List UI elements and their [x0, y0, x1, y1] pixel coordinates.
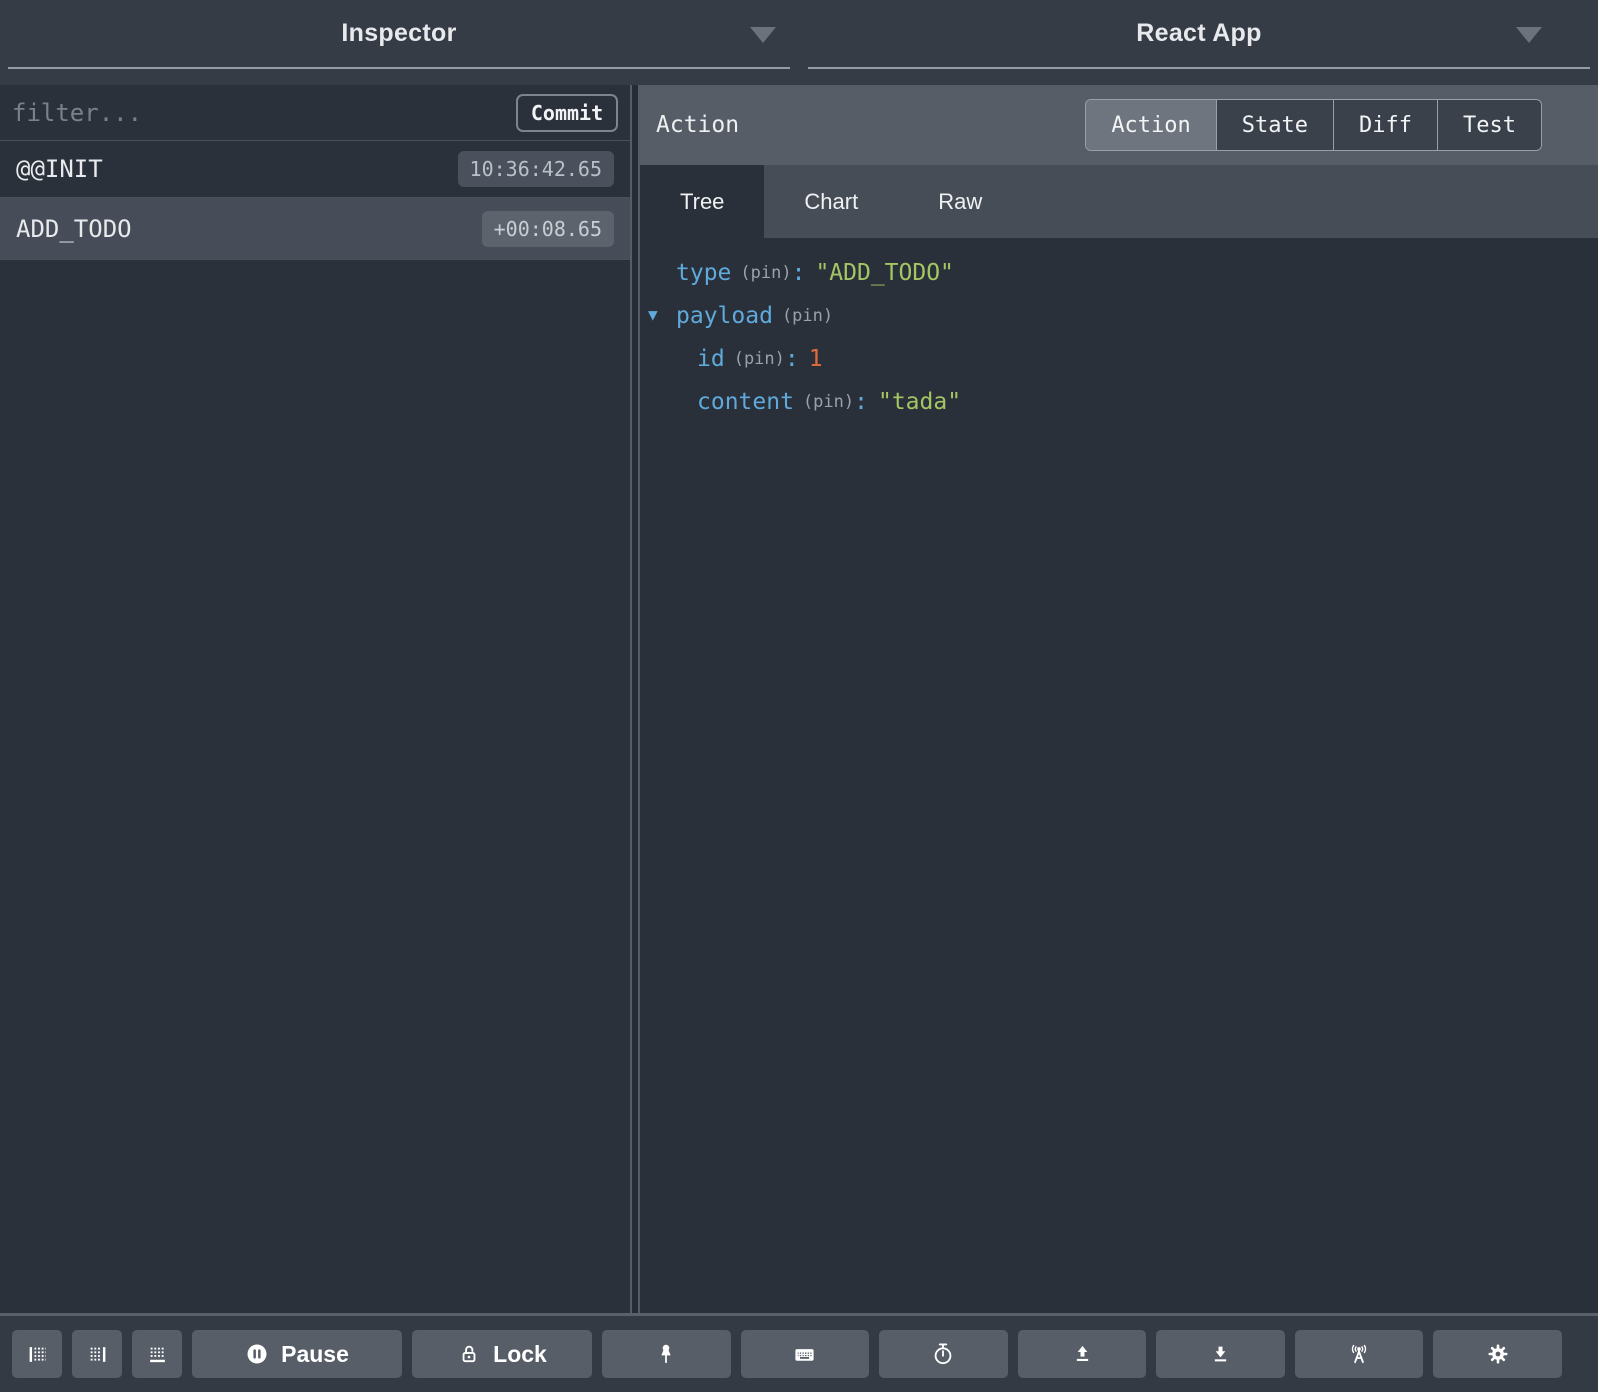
stopwatch-icon [931, 1342, 955, 1366]
bottom-toolbar: Pause Lock [0, 1313, 1598, 1392]
dock-right-icon [87, 1344, 108, 1365]
tree-row-payload: ▼ payload (pin) [640, 294, 1598, 337]
monitor-selector-bar: Inspector React App [0, 0, 1598, 85]
pause-icon [245, 1342, 269, 1366]
tree-key[interactable]: id [697, 346, 725, 372]
panel-title: Action [656, 112, 739, 138]
tab-test[interactable]: Test [1437, 100, 1541, 150]
dock-bottom-button[interactable] [132, 1330, 182, 1378]
upload-button[interactable] [1018, 1330, 1147, 1378]
lock-label: Lock [493, 1341, 547, 1368]
pause-label: Pause [281, 1341, 349, 1368]
inspector-header: Action Action State Diff Test [640, 85, 1598, 165]
pin-link[interactable]: (pin) [803, 392, 854, 412]
download-icon [1209, 1343, 1232, 1366]
action-list-empty-space [0, 260, 630, 1313]
tree-value-number: 1 [809, 346, 823, 372]
inspector-tabgroup: Action State Diff Test [1085, 99, 1542, 151]
json-tree-view: type (pin) : "ADD_TODO" ▼ payload (pin) … [640, 238, 1598, 1313]
tree-value-string: "tada" [878, 389, 961, 415]
dock-bottom-icon [147, 1344, 168, 1365]
action-filter-row: Commit [0, 85, 630, 141]
monitor-select[interactable]: Inspector [8, 0, 790, 69]
tree-value-string: "ADD_TODO" [815, 260, 953, 286]
subtab-chart[interactable]: Chart [764, 165, 898, 238]
keyboard-button[interactable] [741, 1330, 870, 1378]
pin-link[interactable]: (pin) [734, 349, 785, 369]
dock-right-button[interactable] [72, 1330, 122, 1378]
action-timestamp-badge: 10:36:42.65 [458, 151, 614, 187]
tree-key[interactable]: content [697, 389, 794, 415]
commit-button[interactable]: Commit [516, 94, 618, 132]
pin-icon [655, 1343, 677, 1365]
colon: : [785, 346, 799, 372]
tab-action[interactable]: Action [1086, 100, 1215, 150]
tab-diff[interactable]: Diff [1333, 100, 1437, 150]
tree-key[interactable]: payload [676, 303, 773, 329]
colon: : [854, 389, 868, 415]
settings-button[interactable] [1433, 1330, 1562, 1378]
dock-left-icon [27, 1344, 48, 1365]
pin-link[interactable]: (pin) [740, 263, 791, 283]
panel-resizer-handle[interactable] [630, 85, 640, 1313]
action-list-item-init[interactable]: @@INIT 10:36:42.65 [0, 141, 630, 198]
pause-button[interactable]: Pause [192, 1330, 402, 1378]
keyboard-icon [792, 1342, 817, 1367]
lock-open-icon [457, 1342, 481, 1366]
upload-icon [1071, 1343, 1094, 1366]
pin-link[interactable]: (pin) [782, 306, 833, 326]
download-button[interactable] [1156, 1330, 1285, 1378]
stopwatch-button[interactable] [879, 1330, 1008, 1378]
tree-row-id: id (pin) : 1 [640, 337, 1598, 380]
main-area: Commit @@INIT 10:36:42.65 ADD_TODO +00:0… [0, 85, 1598, 1313]
action-list-item-add-todo[interactable]: ADD_TODO +00:08.65 [0, 198, 630, 260]
gear-icon [1486, 1342, 1510, 1366]
collapse-arrow-icon[interactable]: ▼ [648, 307, 658, 323]
view-subtabs: Tree Chart Raw [640, 165, 1598, 238]
action-name: @@INIT [16, 155, 103, 183]
lock-button[interactable]: Lock [412, 1330, 592, 1378]
pin-button[interactable] [602, 1330, 731, 1378]
subtab-raw[interactable]: Raw [898, 165, 1022, 238]
dock-left-button[interactable] [12, 1330, 62, 1378]
action-list-panel: Commit @@INIT 10:36:42.65 ADD_TODO +00:0… [0, 85, 630, 1313]
inspector-detail-panel: Action Action State Diff Test Tree Chart… [640, 85, 1598, 1313]
tree-row-type: type (pin) : "ADD_TODO" [640, 251, 1598, 294]
tree-row-content: content (pin) : "tada" [640, 380, 1598, 423]
instance-select[interactable]: React App [808, 0, 1590, 69]
colon: : [792, 260, 806, 286]
action-name: ADD_TODO [16, 215, 132, 243]
subtab-tree[interactable]: Tree [640, 165, 764, 238]
instance-select-value: React App [1136, 19, 1261, 48]
action-timestamp-badge: +00:08.65 [482, 211, 614, 247]
tab-state[interactable]: State [1216, 100, 1333, 150]
chevron-down-icon [750, 27, 776, 43]
filter-input[interactable] [12, 99, 516, 127]
broadcast-icon [1346, 1342, 1372, 1366]
monitor-select-value: Inspector [341, 19, 456, 48]
broadcast-button[interactable] [1295, 1330, 1424, 1378]
tree-key[interactable]: type [676, 260, 731, 286]
chevron-down-icon [1516, 27, 1542, 43]
